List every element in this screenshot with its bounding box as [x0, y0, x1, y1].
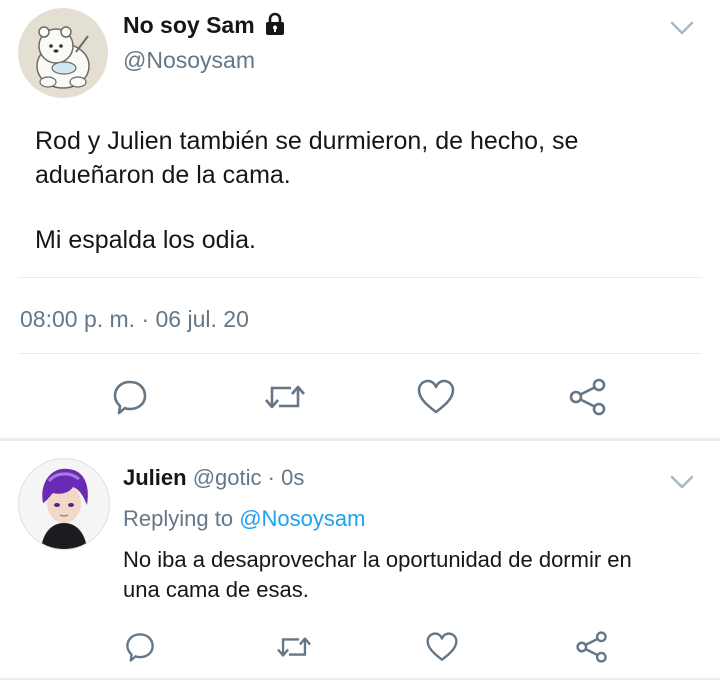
anime-avatar-icon	[19, 459, 109, 549]
author-handle[interactable]: @Nosoysam	[123, 47, 255, 74]
share-icon	[576, 631, 607, 663]
reply-button[interactable]	[108, 375, 152, 419]
tweet-text-line-2: adueñaron de la cama.	[35, 161, 291, 189]
share-button[interactable]	[566, 375, 610, 419]
reply-icon	[126, 633, 154, 662]
like-button[interactable]	[414, 375, 458, 419]
retweet-icon	[277, 637, 311, 657]
divider	[18, 353, 702, 354]
tweet-text-line-1: Rod y Julien también se durmieron, de he…	[35, 127, 579, 155]
chevron-down-icon[interactable]	[668, 18, 696, 38]
divider	[18, 277, 702, 278]
reply-author-avatar[interactable]	[18, 458, 110, 550]
author-name[interactable]: No soy Sam	[123, 12, 285, 42]
bear-avatar-icon	[36, 26, 90, 89]
replying-to: Replying to @Nosoysam	[123, 506, 365, 532]
reply-chevron-down-icon[interactable]	[668, 472, 696, 492]
retweet-button[interactable]	[263, 375, 307, 419]
reply-retweet-button[interactable]	[272, 625, 316, 669]
reply-share-button[interactable]	[570, 625, 614, 669]
reply-time: · 0s	[267, 465, 305, 490]
author-name-text: No soy Sam	[123, 12, 255, 39]
reply-header: Julien @gotic · 0s	[123, 465, 304, 491]
like-icon	[426, 632, 458, 661]
reply-author-name[interactable]: Julien	[123, 465, 187, 490]
retweet-icon	[265, 385, 305, 409]
reply-text-line-2: una cama de esas.	[123, 577, 309, 602]
reply-text-line-1: No iba a desaprovechar la oportunidad de…	[123, 547, 632, 572]
share-icon	[569, 378, 606, 416]
tweet-timestamp[interactable]: 08:00 p. m. · 06 jul. 20	[20, 306, 249, 333]
reply-like-button[interactable]	[420, 625, 464, 669]
replying-to-link[interactable]: @Nosoysam	[239, 506, 365, 531]
bottom-divider	[0, 678, 720, 680]
like-icon	[417, 379, 455, 414]
section-separator	[0, 438, 720, 441]
author-avatar[interactable]	[18, 8, 108, 98]
reply-author-handle[interactable]: @gotic	[193, 465, 262, 490]
replying-to-label: Replying to	[123, 506, 234, 531]
tweet-text-line-3: Mi espalda los odia.	[35, 226, 256, 254]
reply-reply-button[interactable]	[118, 625, 162, 669]
lock-icon	[265, 12, 285, 42]
reply-icon	[113, 380, 147, 415]
